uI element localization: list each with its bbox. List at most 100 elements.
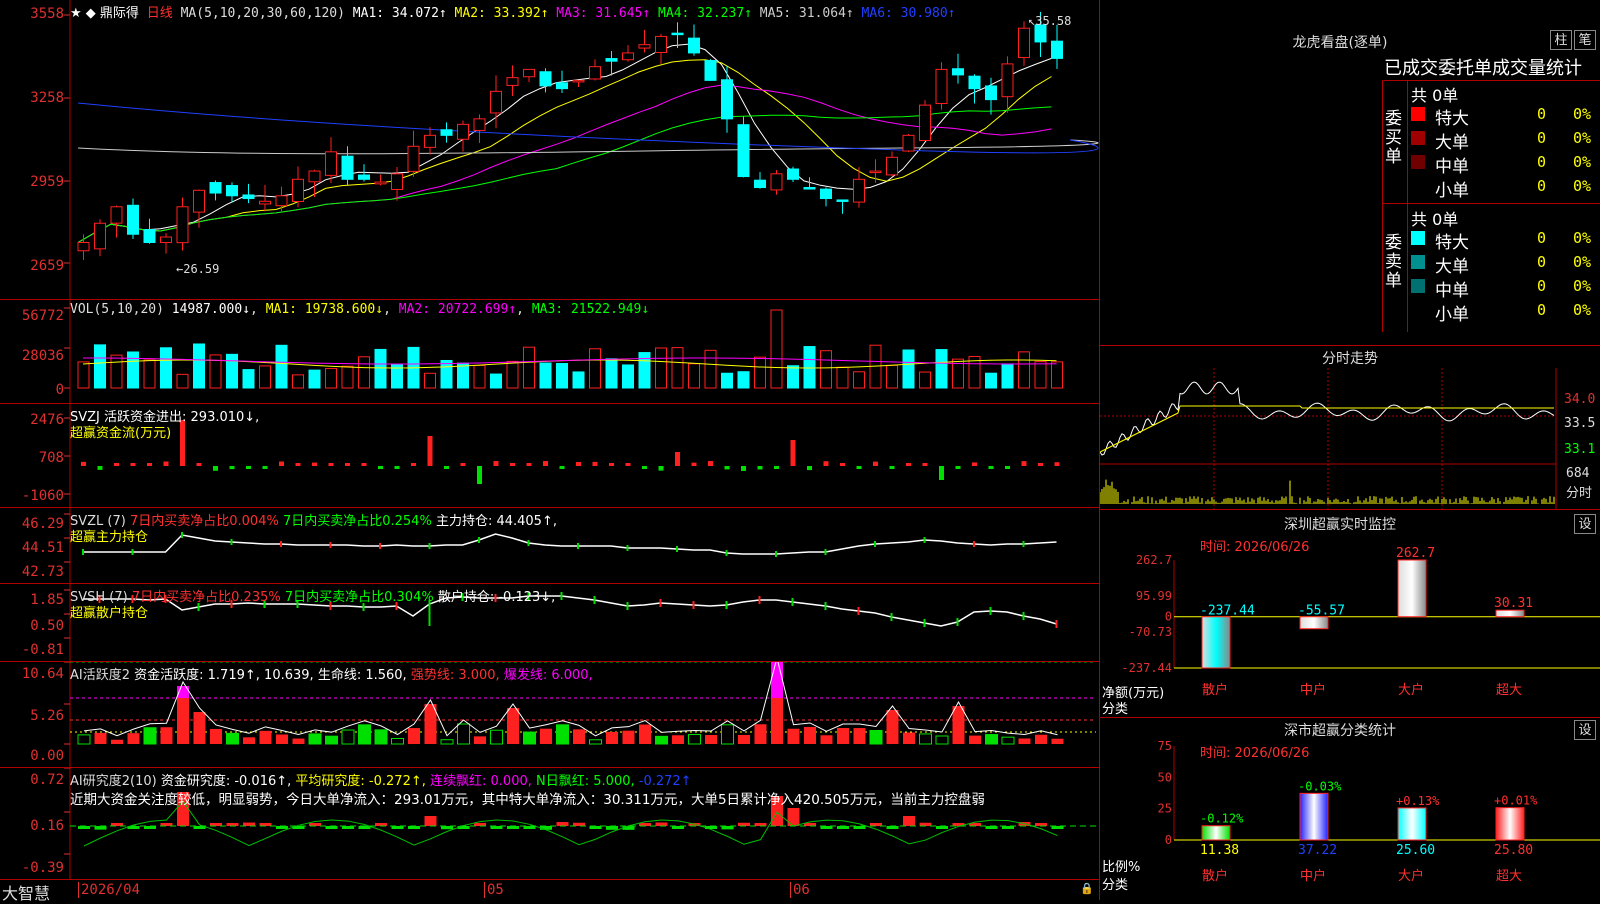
intraday-chart[interactable] bbox=[1100, 368, 1600, 510]
volume-bar bbox=[1034, 361, 1047, 389]
svzj-bar bbox=[163, 461, 169, 466]
ai1-bar bbox=[952, 706, 965, 744]
svzj-bar bbox=[609, 463, 614, 466]
vol-name: VOL(5,10,20) bbox=[70, 302, 164, 317]
intraday-panel[interactable]: 分时走势 34.0 33.5 33.1 684 分时 bbox=[1100, 346, 1600, 510]
cls-value-0: 11.38 bbox=[1200, 843, 1239, 858]
ai1-ytick-2: 0.00 bbox=[30, 748, 64, 764]
kline-area[interactable]: ★ ◆ 鼎际得 日线 MA(5,10,20,30,60,120) MA1: 34… bbox=[0, 0, 1100, 903]
ai1-bar bbox=[919, 733, 932, 745]
svsh-panel[interactable]: SVSH (7) 7日内买卖净占比0.235% 7日内买卖净占比0.304% 散… bbox=[0, 584, 1100, 662]
svzj-bar bbox=[180, 420, 185, 466]
ma-line-3 bbox=[77, 84, 1052, 243]
volume-bar bbox=[1018, 351, 1030, 389]
candle-body bbox=[803, 187, 816, 190]
svzj-panel[interactable]: SVZJ 活跃资金进出: 293.010↓, 超赢资金流(万元) 2476 70… bbox=[0, 404, 1100, 508]
ai1-bar-top bbox=[771, 662, 783, 698]
svzj-bar bbox=[807, 466, 812, 471]
ai1-bar bbox=[193, 712, 206, 744]
buy-row-pct-2: 0% bbox=[1573, 153, 1592, 171]
svzl-ytick-1: 44.51 bbox=[21, 540, 64, 556]
lhb-tabs[interactable]: 已成交委托单成交量统计 bbox=[1384, 54, 1600, 81]
buy-row-label-2: 中单 bbox=[1435, 157, 1469, 177]
mon-cat-2: 大户 bbox=[1398, 682, 1424, 698]
ai1-bar bbox=[886, 710, 899, 744]
lock-icon[interactable]: 🔒 bbox=[1080, 882, 1094, 895]
candle-body bbox=[523, 68, 535, 78]
svzj-bar bbox=[279, 461, 284, 466]
candle-body bbox=[77, 241, 90, 252]
candle-body bbox=[440, 129, 453, 136]
volume-panel[interactable]: VOL(5,10,20) 14987.000↓, MA1: 19738.600↓… bbox=[0, 300, 1100, 404]
volume-bar bbox=[820, 350, 832, 389]
ai1-bar bbox=[276, 734, 288, 744]
ai-activity-panel[interactable]: AI活跃度2 资金活跃度: 1.719↑, 10.639, 生命线: 1.560… bbox=[0, 662, 1100, 768]
svzj-bar bbox=[856, 466, 862, 469]
cls-change-1: -0.03% bbox=[1298, 779, 1342, 793]
volume-bar bbox=[655, 347, 667, 389]
lhb-bar-button[interactable]: 柱 bbox=[1550, 30, 1572, 50]
intra-ytick-1: 33.5 bbox=[1564, 416, 1596, 431]
ai2-bar bbox=[94, 826, 107, 830]
svzj-bar bbox=[477, 466, 482, 484]
ai1-bar bbox=[308, 733, 322, 745]
price-chart[interactable] bbox=[0, 0, 1100, 300]
candle-body bbox=[605, 58, 618, 62]
svzj-bar bbox=[774, 466, 779, 469]
mon-value-3: 30.31 bbox=[1494, 596, 1533, 611]
ai1-bar bbox=[210, 728, 222, 744]
ai2-bar bbox=[556, 822, 569, 826]
sell-row-label-2: 中单 bbox=[1435, 281, 1469, 301]
volume-bar bbox=[473, 364, 486, 389]
svzj-bar bbox=[592, 461, 598, 466]
lhb-tick-button[interactable]: 笔 bbox=[1574, 30, 1596, 50]
price-ytick-1: 3258 bbox=[30, 90, 64, 106]
svzl-panel[interactable]: SVZL (7) 7日内买卖净占比0.004% 7日内买卖净占比0.254% 主… bbox=[0, 508, 1100, 584]
ai1-bar bbox=[935, 735, 949, 745]
svzj-bar bbox=[1038, 463, 1043, 466]
ai-research-panel[interactable]: AI研究度2(10) 资金研究度: -0.016↑, 平均研究度: -0.272… bbox=[0, 768, 1100, 880]
candle-body bbox=[902, 134, 915, 152]
monitor-xlabel: 分类 bbox=[1102, 702, 1129, 717]
price-panel[interactable]: ★ ◆ 鼎际得 日线 MA(5,10,20,30,60,120) MA1: 34… bbox=[0, 0, 1100, 300]
volume-bar bbox=[358, 356, 370, 389]
ai2-e: -0.272↑ bbox=[638, 774, 692, 789]
cls-ytick-3: 0 bbox=[1165, 833, 1172, 847]
volume-bar bbox=[721, 372, 733, 389]
svzj-bar bbox=[906, 463, 911, 466]
ai1-bar bbox=[358, 724, 371, 745]
ai1-bar bbox=[705, 735, 717, 744]
ai1-bar bbox=[474, 736, 486, 744]
candle-body bbox=[391, 173, 403, 191]
volume-bar bbox=[490, 373, 502, 389]
ai1-bar bbox=[1001, 736, 1015, 745]
candle-body bbox=[242, 194, 255, 200]
intra-footer[interactable]: 分时 bbox=[1566, 482, 1592, 501]
volume-bar bbox=[457, 362, 469, 389]
ai1-bar bbox=[111, 739, 123, 744]
period-label[interactable]: 日线 bbox=[147, 6, 173, 21]
ai1-bar bbox=[754, 724, 767, 744]
x-label-1: 05 bbox=[484, 882, 504, 898]
svzj-bar bbox=[361, 463, 367, 466]
ai1-bar bbox=[1051, 738, 1064, 744]
ai1-bar bbox=[94, 732, 107, 744]
volume-bar bbox=[787, 365, 799, 389]
brand-logo[interactable]: 大智慧 bbox=[2, 880, 50, 904]
sell-row-pct-2: 0% bbox=[1573, 277, 1592, 295]
candle-body bbox=[820, 188, 832, 200]
volume-bar bbox=[94, 344, 106, 389]
candle-body bbox=[1001, 63, 1014, 98]
ai2-b: 平均研究度: -0.272↑, bbox=[295, 774, 426, 789]
candle-body bbox=[589, 66, 601, 80]
svzj-sub: 超赢资金流(万元) bbox=[70, 426, 172, 441]
svzj-bar bbox=[724, 466, 730, 470]
volume-bar bbox=[622, 364, 634, 389]
stock-title: ★ ◆ 鼎际得 bbox=[70, 6, 139, 21]
volume-bar bbox=[605, 358, 618, 389]
buy-row-pct-1: 0% bbox=[1573, 129, 1592, 147]
ai1-bar bbox=[440, 739, 454, 745]
ai1-bar bbox=[77, 734, 91, 745]
svzj-bar bbox=[460, 463, 466, 466]
vol-ma3: MA3: 21522.949↓ bbox=[531, 302, 650, 317]
